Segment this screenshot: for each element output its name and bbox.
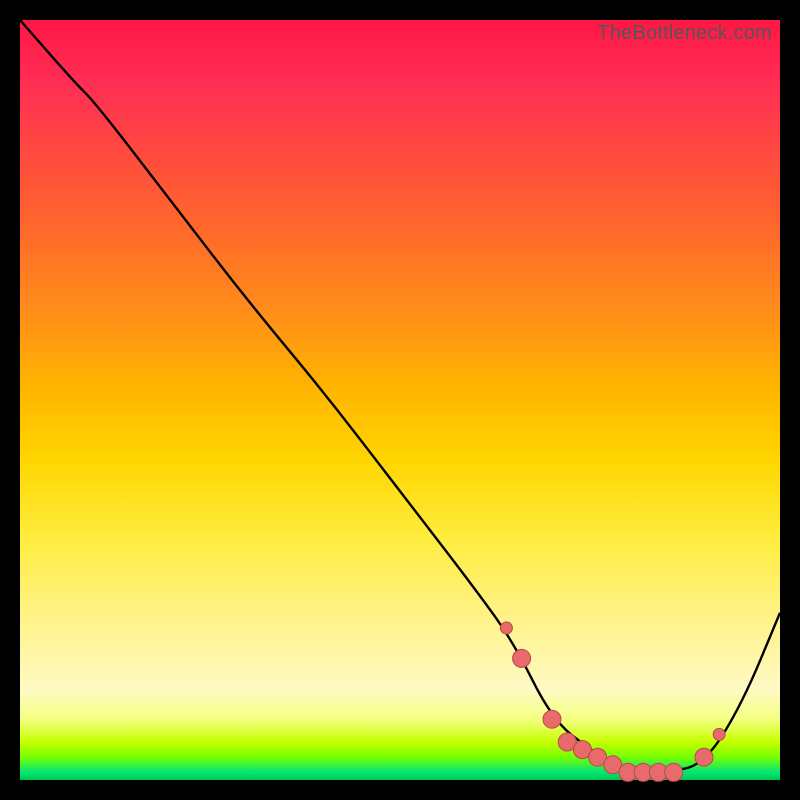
- plot-area: TheBottleneck.com: [20, 20, 780, 780]
- marker-group: [500, 622, 725, 781]
- marker-dot: [513, 649, 531, 667]
- bottleneck-curve: [20, 20, 780, 772]
- marker-dot: [543, 710, 561, 728]
- curve-layer: [20, 20, 780, 780]
- marker-dot: [500, 622, 512, 634]
- marker-dot: [713, 728, 725, 740]
- chart-frame: TheBottleneck.com: [0, 0, 800, 800]
- watermark-text: TheBottleneck.com: [597, 22, 772, 45]
- marker-dot: [665, 763, 683, 781]
- marker-dot: [695, 748, 713, 766]
